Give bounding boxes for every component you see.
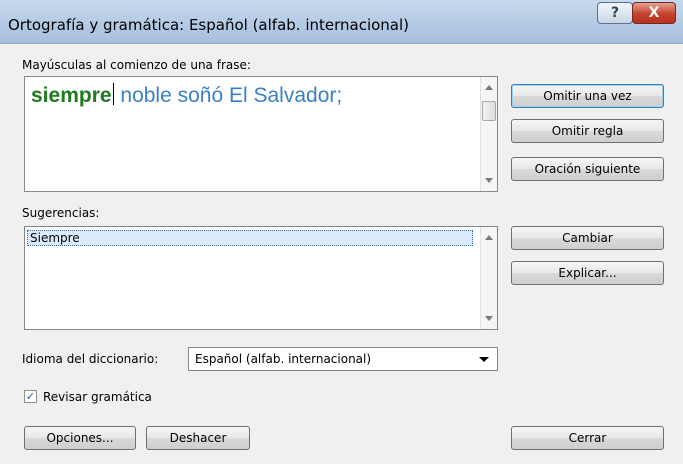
close-label: Cerrar xyxy=(568,431,607,445)
ignore-rule-label: Omitir regla xyxy=(551,124,624,138)
next-sentence-button[interactable]: Oración siguiente xyxy=(511,157,664,181)
next-sentence-label: Oración siguiente xyxy=(534,162,641,176)
list-item[interactable]: Siempre xyxy=(27,230,473,246)
check-grammar-checkbox[interactable]: ✓ xyxy=(24,390,37,403)
options-label: Opciones... xyxy=(46,431,114,445)
sentence-scrollbar[interactable] xyxy=(480,77,497,191)
dictionary-label: Idioma del diccionario: xyxy=(22,352,159,366)
scroll-up-icon[interactable] xyxy=(485,235,493,240)
help-icon: ? xyxy=(610,5,620,21)
text-caret xyxy=(112,83,114,105)
issue-label: Mayúsculas al comienzo de una frase: xyxy=(22,58,251,72)
ignore-once-label: Omitir una vez xyxy=(543,89,632,103)
scroll-thumb[interactable] xyxy=(482,101,496,121)
close-button[interactable]: Cerrar xyxy=(511,426,664,450)
undo-button[interactable]: Deshacer xyxy=(146,426,250,450)
options-button[interactable]: Opciones... xyxy=(24,426,136,450)
close-window-button[interactable]: X xyxy=(632,2,676,24)
help-button[interactable]: ? xyxy=(597,2,633,24)
error-word[interactable]: siempre xyxy=(31,84,112,107)
scroll-down-icon[interactable] xyxy=(485,178,493,183)
chevron-down-icon[interactable] xyxy=(479,357,489,362)
check-grammar-label[interactable]: Revisar gramática xyxy=(43,390,152,404)
explain-label: Explicar... xyxy=(558,266,617,280)
suggestions-label: Sugerencias: xyxy=(22,206,100,220)
scroll-up-icon[interactable] xyxy=(485,85,493,90)
ignore-once-button[interactable]: Omitir una vez xyxy=(511,84,664,108)
sentence-remainder[interactable]: noble soñó El Salvador; xyxy=(120,84,342,107)
change-label: Cambiar xyxy=(562,231,613,245)
window-title: Ortografía y gramática: Español (alfab. … xyxy=(8,16,410,34)
dictionary-value: Español (alfab. internacional) xyxy=(195,352,372,366)
checkmark-icon: ✓ xyxy=(25,390,36,403)
scroll-down-icon[interactable] xyxy=(485,316,493,321)
sentence-text-box[interactable]: siempre noble soñó El Salvador; xyxy=(24,76,498,192)
suggestions-list[interactable]: Siempre xyxy=(24,226,498,330)
undo-label: Deshacer xyxy=(169,431,227,445)
dictionary-language-select[interactable]: Español (alfab. internacional) xyxy=(188,347,498,371)
suggestions-scrollbar[interactable] xyxy=(480,227,497,329)
title-bar: Ortografía y gramática: Español (alfab. … xyxy=(0,0,683,44)
change-button[interactable]: Cambiar xyxy=(511,226,664,250)
ignore-rule-button[interactable]: Omitir regla xyxy=(511,119,664,143)
sentence-text[interactable]: siempre noble soñó El Salvador; xyxy=(31,83,342,108)
close-icon: X xyxy=(648,5,660,21)
explain-button[interactable]: Explicar... xyxy=(511,261,664,285)
